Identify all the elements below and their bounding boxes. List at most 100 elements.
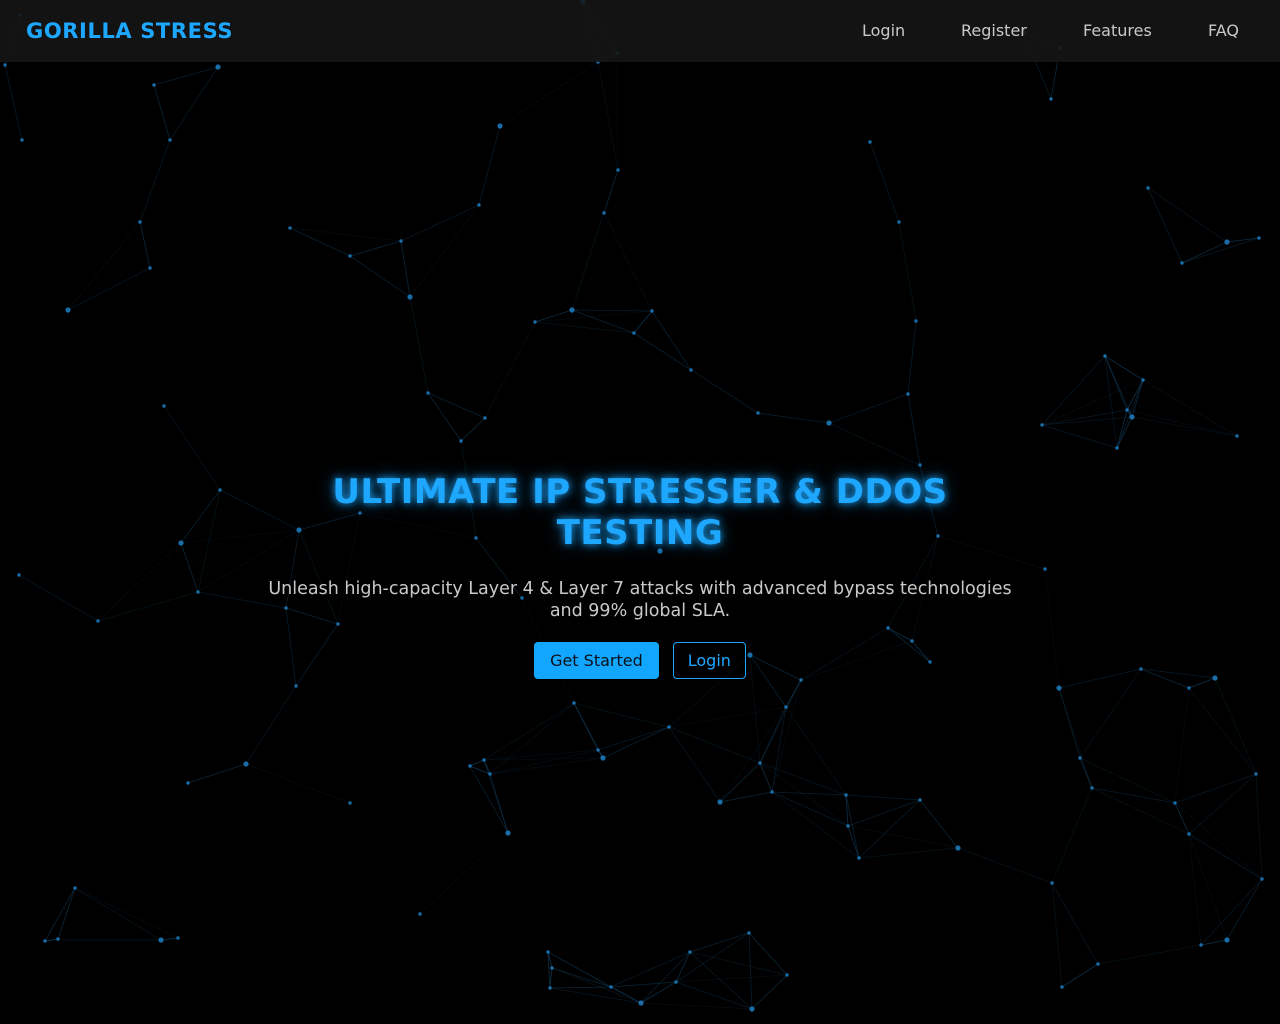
- network-node: [667, 725, 671, 729]
- network-link: [489, 749, 599, 775]
- network-node: [1141, 378, 1145, 382]
- network-node: [1125, 408, 1129, 412]
- network-node: [756, 411, 760, 415]
- network-node: [826, 420, 832, 426]
- network-node: [65, 307, 71, 313]
- network-link: [573, 702, 670, 728]
- network-node: [459, 439, 463, 443]
- nav-login-link[interactable]: Login: [862, 20, 905, 42]
- network-link: [469, 759, 485, 767]
- network-link: [139, 139, 171, 223]
- network-node: [1103, 354, 1107, 358]
- network-link: [633, 310, 653, 334]
- network-link: [1226, 237, 1260, 243]
- network-link: [74, 887, 179, 939]
- network-node: [1254, 772, 1258, 776]
- get-started-button[interactable]: Get Started: [534, 642, 659, 679]
- network-node: [1060, 985, 1064, 989]
- hero-subtitle: Unleash high-capacity Layer 4 & Layer 7 …: [268, 579, 1012, 621]
- network-link: [1097, 944, 1202, 965]
- network-link: [489, 757, 604, 775]
- network-link: [907, 393, 921, 466]
- network-link: [483, 702, 575, 761]
- network-node: [1187, 832, 1191, 836]
- network-link: [1188, 833, 1263, 880]
- network-link: [668, 726, 761, 764]
- network-link: [1051, 787, 1093, 884]
- network-link: [349, 255, 411, 298]
- network-link: [751, 974, 788, 1010]
- network-link: [1174, 687, 1190, 804]
- network-node: [1050, 881, 1054, 885]
- network-link: [828, 393, 909, 424]
- nav-features-link[interactable]: Features: [1083, 20, 1152, 42]
- network-link: [1041, 416, 1133, 426]
- network-link: [571, 212, 605, 311]
- network-node: [602, 211, 606, 215]
- network-link: [1181, 241, 1228, 264]
- network-link: [1226, 878, 1263, 941]
- network-link: [245, 685, 297, 765]
- network-node: [1115, 446, 1119, 450]
- network-link: [616, 52, 619, 171]
- network-link: [499, 61, 599, 127]
- network-node: [186, 781, 190, 785]
- nav-faq-link[interactable]: FAQ: [1208, 20, 1239, 42]
- network-link: [67, 267, 151, 311]
- network-link: [1126, 409, 1238, 437]
- network-node: [288, 226, 292, 230]
- network-node: [1129, 414, 1135, 420]
- network-node: [138, 220, 142, 224]
- network-link: [484, 321, 536, 419]
- network-node: [572, 701, 576, 705]
- nav-register-link[interactable]: Register: [961, 20, 1027, 42]
- network-node: [1187, 686, 1191, 690]
- network-link: [668, 706, 787, 728]
- network-link: [1091, 787, 1190, 835]
- network-node: [176, 936, 180, 940]
- network-link: [187, 763, 247, 784]
- network-node: [348, 801, 352, 805]
- network-node: [717, 799, 723, 805]
- network-node: [1173, 801, 1177, 805]
- network-node: [505, 830, 511, 836]
- network-node: [215, 64, 221, 70]
- network-node: [747, 931, 751, 935]
- network-link: [771, 706, 787, 793]
- network-node: [488, 772, 492, 776]
- network-link: [349, 240, 402, 257]
- network-node: [906, 392, 910, 396]
- network-node: [914, 319, 918, 323]
- network-node: [1056, 685, 1062, 691]
- network-node: [688, 950, 692, 954]
- network-node: [1096, 962, 1100, 966]
- network-link: [907, 320, 917, 395]
- network-link: [1079, 757, 1176, 804]
- hero-section: ULTIMATE IP STRESSER & DDOS TESTING Unle…: [0, 472, 1280, 679]
- network-node: [1224, 239, 1230, 245]
- network-node: [43, 939, 47, 943]
- network-node: [1040, 423, 1044, 427]
- network-link: [1174, 802, 1190, 835]
- network-node: [168, 138, 172, 142]
- network-link: [489, 702, 575, 775]
- network-node: [749, 1006, 755, 1012]
- network-link: [1200, 878, 1263, 946]
- network-node: [1049, 97, 1053, 101]
- network-node: [868, 140, 872, 144]
- network-node: [770, 790, 774, 794]
- brand-logo[interactable]: GORILLA STRESS: [26, 17, 233, 45]
- network-node: [418, 912, 422, 916]
- network-node: [162, 404, 166, 408]
- network-link: [1041, 409, 1128, 426]
- network-node: [483, 416, 487, 420]
- hero-login-button[interactable]: Login: [672, 642, 746, 679]
- network-node: [20, 138, 24, 142]
- network-link: [675, 974, 788, 983]
- network-link: [67, 221, 141, 311]
- network-node: [632, 331, 636, 335]
- network-node: [846, 824, 850, 828]
- network-link: [289, 227, 402, 242]
- network-link: [828, 422, 921, 466]
- hero-title: ULTIMATE IP STRESSER & DDOS TESTING: [332, 472, 948, 553]
